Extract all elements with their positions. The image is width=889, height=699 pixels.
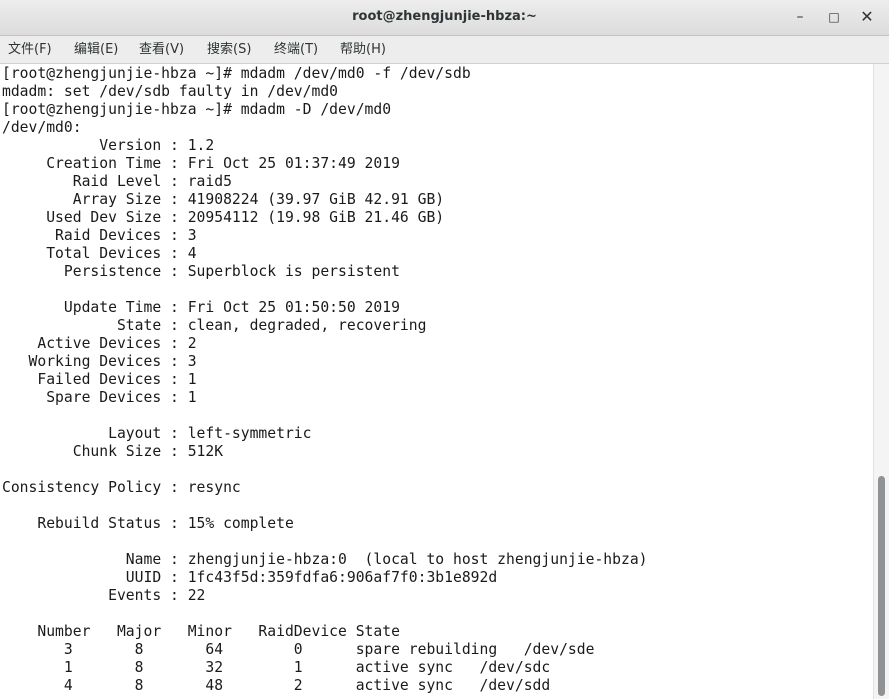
- scrollbar-thumb[interactable]: [878, 476, 885, 696]
- close-button[interactable]: ✕: [855, 6, 879, 28]
- maximize-icon: □: [828, 10, 840, 24]
- terminal-line: /dev/md0:: [2, 119, 82, 136]
- terminal-line: Active Devices : 2: [2, 335, 197, 352]
- terminal-line: Consistency Policy : resync: [2, 479, 241, 496]
- terminal-output[interactable]: [root@zhengjunjie-hbza ~]# mdadm /dev/md…: [0, 64, 873, 699]
- terminal-line: [root@zhengjunjie-hbza ~]# mdadm /dev/md…: [2, 65, 471, 82]
- terminal-line: 1 8 32 1 active sync /dev/sdc: [2, 659, 551, 676]
- terminal-line: Raid Level : raid5: [2, 173, 232, 190]
- terminal-line: Name : zhengjunjie-hbza:0 (local to host…: [2, 551, 648, 568]
- terminal-line: Working Devices : 3: [2, 353, 197, 370]
- minimize-button[interactable]: –: [788, 6, 812, 28]
- terminal-line: Events : 22: [2, 587, 206, 604]
- title-bar[interactable]: root@zhengjunjie-hbza:~ – □ ✕: [0, 0, 889, 36]
- terminal-line: UUID : 1fc43f5d:359fdfa6:906af7f0:3b1e89…: [2, 569, 498, 586]
- menu-terminal[interactable]: 终端(T): [274, 36, 318, 64]
- window-title: root@zhengjunjie-hbza:~: [352, 9, 537, 24]
- terminal-line: Layout : left-symmetric: [2, 425, 312, 442]
- menu-file[interactable]: 文件(F): [8, 36, 52, 64]
- terminal-line: Update Time : Fri Oct 25 01:50:50 2019: [2, 299, 400, 316]
- terminal-line: Array Size : 41908224 (39.97 GiB 42.91 G…: [2, 191, 445, 208]
- terminal-line: Number Major Minor RaidDevice State: [2, 623, 400, 640]
- terminal-line: Failed Devices : 1: [2, 371, 197, 388]
- terminal-line: Rebuild Status : 15% complete: [2, 515, 294, 532]
- terminal-line: mdadm: set /dev/sdb faulty in /dev/md0: [2, 83, 339, 100]
- close-icon: ✕: [860, 7, 874, 26]
- terminal-line: Version : 1.2: [2, 137, 215, 154]
- menu-search[interactable]: 搜索(S): [207, 36, 251, 64]
- menu-help[interactable]: 帮助(H): [340, 36, 386, 64]
- menu-bar: 文件(F) 编辑(E) 查看(V) 搜索(S) 终端(T) 帮助(H): [0, 36, 889, 64]
- minimize-icon: –: [796, 9, 804, 25]
- terminal-line: Chunk Size : 512K: [2, 443, 224, 460]
- maximize-button[interactable]: □: [822, 6, 846, 28]
- terminal-line: Spare Devices : 1: [2, 389, 197, 406]
- terminal-line: 4 8 48 2 active sync /dev/sdd: [2, 677, 551, 694]
- menu-edit[interactable]: 编辑(E): [74, 36, 118, 64]
- menu-view[interactable]: 查看(V): [139, 36, 184, 64]
- terminal-line: [root@zhengjunjie-hbza ~]# mdadm -D /dev…: [2, 101, 392, 118]
- vertical-scrollbar[interactable]: [873, 64, 889, 699]
- terminal-window: root@zhengjunjie-hbza:~ – □ ✕ 文件(F) 编辑(E…: [0, 0, 889, 699]
- terminal-line: Raid Devices : 3: [2, 227, 197, 244]
- terminal-line: Used Dev Size : 20954112 (19.98 GiB 21.4…: [2, 209, 445, 226]
- terminal-line: Persistence : Superblock is persistent: [2, 263, 400, 280]
- terminal-line: 3 8 64 0 spare rebuilding /dev/sde: [2, 641, 595, 658]
- terminal-line: Total Devices : 4: [2, 245, 197, 262]
- terminal-line: Creation Time : Fri Oct 25 01:37:49 2019: [2, 155, 400, 172]
- terminal-line: State : clean, degraded, recovering: [2, 317, 427, 334]
